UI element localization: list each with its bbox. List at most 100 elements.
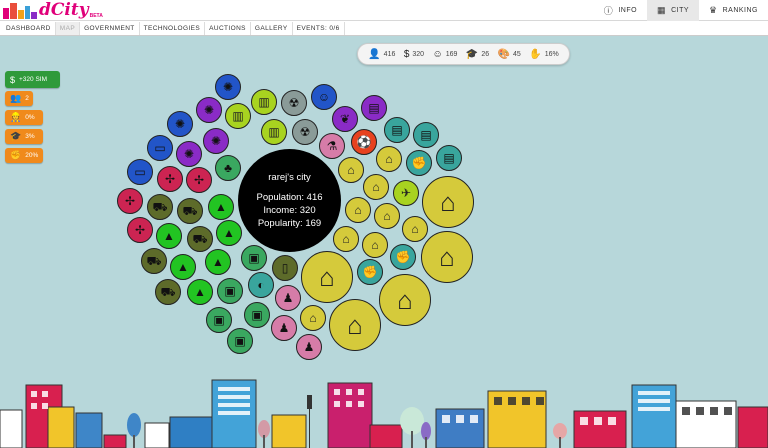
building-bubble[interactable]: ▲ <box>156 223 182 249</box>
building-bubble[interactable]: ▤ <box>413 122 439 148</box>
trash-bin-icon: ▯ <box>281 261 289 275</box>
building-bubble[interactable]: ⌂ <box>376 146 402 172</box>
building-bubble[interactable]: ▥ <box>261 119 287 145</box>
building-bubble[interactable]: ✊ <box>357 259 383 285</box>
lab-flask-icon: ⚗ <box>326 139 338 153</box>
windmill-icon: ✢ <box>134 223 146 237</box>
building-bubble[interactable]: ⌂ <box>338 157 364 183</box>
building-bubble[interactable]: ♣ <box>215 155 241 181</box>
store-icon: ▤ <box>391 123 403 137</box>
camp-tent-icon: ▲ <box>194 285 206 299</box>
windmill-icon: ✢ <box>164 172 176 186</box>
skyline-buildings <box>0 379 768 448</box>
building-bubble[interactable]: ⌂ <box>329 299 381 351</box>
gallery-image-icon: ▣ <box>251 308 263 322</box>
building-bubble[interactable]: ♟ <box>271 315 297 341</box>
building-bubble[interactable]: ✊ <box>406 150 432 176</box>
building-bubble[interactable]: ✺ <box>215 74 241 100</box>
building-bubble[interactable]: ☢ <box>292 119 318 145</box>
leaf-icon: ❦ <box>339 112 351 126</box>
city-summary-circle[interactable]: rarej's city Population: 416 Income: 320… <box>238 149 341 252</box>
building-bubble[interactable]: ☺ <box>311 84 337 110</box>
building-bubble[interactable]: ⛟ <box>147 194 173 220</box>
building-bubble[interactable]: ⛟ <box>177 198 203 224</box>
windmill-icon: ✢ <box>124 194 136 208</box>
city-population: Population: 416 <box>256 191 323 203</box>
building-bubble[interactable]: ▣ <box>227 328 253 354</box>
tractor-icon: ⛟ <box>192 232 208 246</box>
building-bubble[interactable]: ⌂ <box>362 232 388 258</box>
piggy-bank-icon: ◐ <box>257 278 265 292</box>
building-bubble[interactable]: ▤ <box>384 117 410 143</box>
building-bubble[interactable]: ⛟ <box>155 279 181 305</box>
building-bubble[interactable]: ✢ <box>157 166 183 192</box>
house-icon: ⌂ <box>319 262 335 292</box>
building-bubble[interactable]: ▭ <box>127 159 153 185</box>
gallery-image-icon: ▣ <box>248 251 260 265</box>
building-bubble[interactable]: ⌂ <box>422 176 474 228</box>
virus-icon: ✺ <box>210 134 222 148</box>
building-bubble[interactable]: ♟ <box>275 285 301 311</box>
building-bubble[interactable]: ✊ <box>390 244 416 270</box>
building-bubble[interactable]: ⌂ <box>345 197 371 223</box>
building-bubble[interactable]: ▭ <box>147 135 173 161</box>
citizen-icon: ♟ <box>282 291 294 305</box>
house-icon: ⌂ <box>354 203 362 217</box>
house-icon: ⌂ <box>397 285 413 315</box>
building-bubble[interactable]: ⌂ <box>379 274 431 326</box>
building-bubble[interactable]: ✢ <box>127 217 153 243</box>
building-bubble[interactable]: ⚽ <box>351 129 377 155</box>
building-bubble[interactable]: ❦ <box>332 106 358 132</box>
building-bubble[interactable]: ⌂ <box>421 231 473 283</box>
building-bubble[interactable]: ▥ <box>251 89 277 115</box>
building-bubble[interactable]: ▣ <box>206 307 232 333</box>
building-bubble[interactable]: ✢ <box>117 188 143 214</box>
city-name: rarej's city <box>268 171 311 183</box>
building-bubble[interactable]: ☢ <box>281 90 307 116</box>
building-bubble[interactable]: ⌂ <box>301 251 353 303</box>
building-bubble[interactable]: ▣ <box>241 245 267 271</box>
tree-icon: ♣ <box>224 161 232 175</box>
building-bubble[interactable]: ▲ <box>205 249 231 275</box>
soccer-ball-icon: ⚽ <box>356 135 372 149</box>
windmill-icon: ✢ <box>193 173 205 187</box>
camp-tent-icon: ▲ <box>163 229 175 243</box>
building-bubble[interactable]: ◐ <box>248 272 274 298</box>
building-bubble[interactable]: ✺ <box>196 97 222 123</box>
city-income: Income: 320 <box>263 204 316 216</box>
fist-icon: ✊ <box>395 250 411 264</box>
tractor-icon: ⛟ <box>146 254 162 268</box>
building-bubble[interactable]: ▤ <box>361 95 387 121</box>
building-bubble[interactable]: ▲ <box>187 279 213 305</box>
building-bubble[interactable]: ♟ <box>296 334 322 360</box>
citizen-icon: ♟ <box>278 321 290 335</box>
building-bubble[interactable]: ⛟ <box>187 226 213 252</box>
building-bubble[interactable]: ✺ <box>176 141 202 167</box>
school-icon: ▥ <box>232 109 244 123</box>
building-bubble[interactable]: ✺ <box>167 111 193 137</box>
building-bubble[interactable]: ⌂ <box>333 226 359 252</box>
building-bubble[interactable]: ⛟ <box>141 248 167 274</box>
building-bubble[interactable]: ⌂ <box>300 305 326 331</box>
tractor-icon: ⛟ <box>160 285 176 299</box>
building-bubble[interactable]: ▤ <box>436 145 462 171</box>
building-bubble[interactable]: ▯ <box>272 255 298 281</box>
building-bubble[interactable]: ▥ <box>225 103 251 129</box>
building-bubble[interactable]: ▣ <box>217 278 243 304</box>
briefcase-icon: ▤ <box>368 101 380 115</box>
building-bubble[interactable]: ✺ <box>203 128 229 154</box>
building-bubble[interactable]: ▲ <box>170 254 196 280</box>
building-bubble[interactable]: ⌂ <box>402 216 428 242</box>
building-bubble[interactable]: ⌂ <box>363 174 389 200</box>
building-bubble[interactable]: ✈ <box>393 180 419 206</box>
building-bubble[interactable]: ▣ <box>244 302 270 328</box>
house-icon: ⌂ <box>347 310 363 340</box>
tractor-icon: ⛟ <box>182 204 198 218</box>
virus-icon: ✺ <box>174 117 186 131</box>
building-bubble[interactable]: ▲ <box>216 220 242 246</box>
building-bubble[interactable]: ⚗ <box>319 133 345 159</box>
building-bubble[interactable]: ⌂ <box>374 203 400 229</box>
building-bubble[interactable]: ▲ <box>208 194 234 220</box>
building-bubble[interactable]: ✢ <box>186 167 212 193</box>
airport-icon: ✈ <box>400 186 412 200</box>
